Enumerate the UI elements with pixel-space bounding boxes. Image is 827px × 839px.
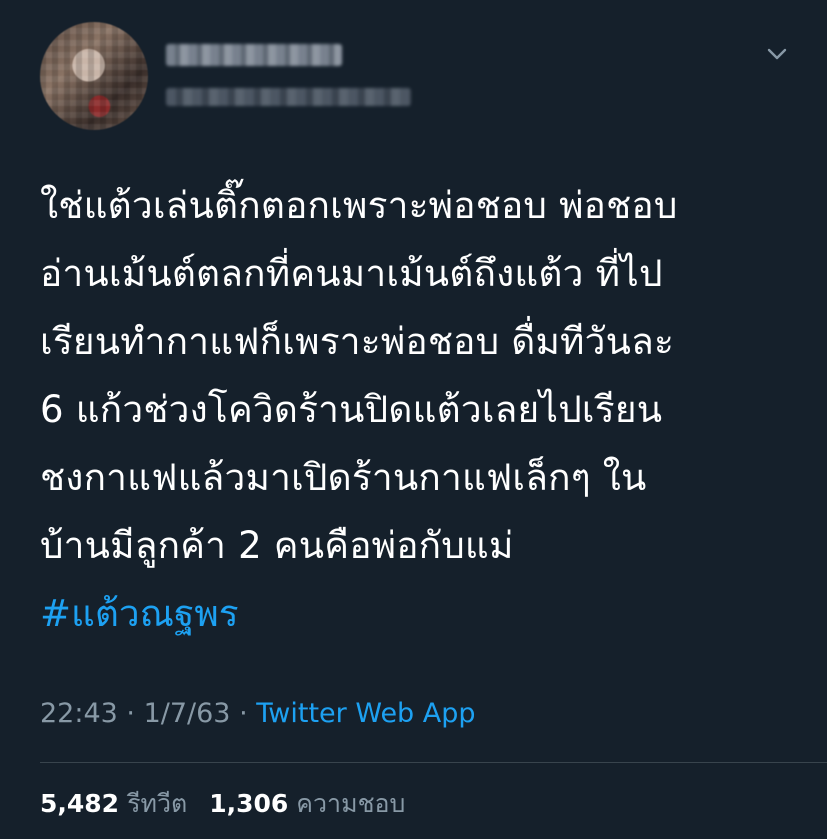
tweet-card: ใช่แต้วเล่นติ๊กตอกเพราะพ่อชอบ พ่อชอบ อ่า… — [0, 0, 827, 839]
meta-separator: · — [239, 698, 257, 729]
divider — [40, 762, 827, 763]
hashtag-link[interactable]: #แต้วณฐพร — [40, 584, 239, 644]
tweet-metadata: 22:43 · 1/7/63 · Twitter Web App — [40, 694, 476, 734]
author-block[interactable] — [166, 44, 411, 106]
avatar[interactable] — [40, 22, 148, 130]
tweet-text-line: ใช่แต้วเล่นติ๊กตอกเพราะพ่อชอบ พ่อชอบ — [40, 184, 678, 227]
tweet-source-link[interactable]: Twitter Web App — [256, 698, 475, 729]
avatar-pixelation — [40, 22, 148, 130]
tweet-time[interactable]: 22:43 — [40, 698, 118, 729]
chevron-down-icon[interactable] — [763, 40, 791, 68]
chevron-down-icon-svg — [767, 48, 787, 60]
likes-stat[interactable]: 1,306 ความชอบ — [209, 789, 419, 818]
retweets-stat[interactable]: 5,482 รีทวีต — [40, 789, 201, 818]
meta-separator: · — [126, 698, 144, 729]
likes-count: 1,306 — [209, 789, 289, 818]
tweet-text-line: 6 แก้วช่วงโควิดร้านปิดแต้วเลยไปเรียน — [40, 388, 663, 431]
tweet-text-line: เรียนทำกาแฟก็เพราะพ่อชอบ ดื่มทีวันละ — [40, 320, 675, 363]
tweet-date[interactable]: 1/7/63 — [144, 698, 231, 729]
retweets-label: รีทวีต — [127, 789, 188, 818]
tweet-text: ใช่แต้วเล่นติ๊กตอกเพราะพ่อชอบ พ่อชอบ อ่า… — [40, 172, 800, 580]
author-display-name[interactable] — [166, 44, 342, 66]
likes-label: ความชอบ — [296, 789, 406, 818]
retweets-count: 5,482 — [40, 789, 120, 818]
tweet-text-line: บ้านมีลูกค้า 2 คนคือพ่อกับแม่ — [40, 524, 514, 567]
engagement-stats: 5,482 รีทวีต 1,306 ความชอบ — [40, 784, 419, 824]
author-handle[interactable] — [166, 88, 411, 106]
tweet-text-line: ชงกาแฟแล้วมาเปิดร้านกาแฟเล็กๆ ใน — [40, 456, 647, 499]
tweet-text-line: อ่านเม้นต์ตลกที่คนมาเม้นต์ถึงแต้ว ที่ไป — [40, 252, 663, 295]
